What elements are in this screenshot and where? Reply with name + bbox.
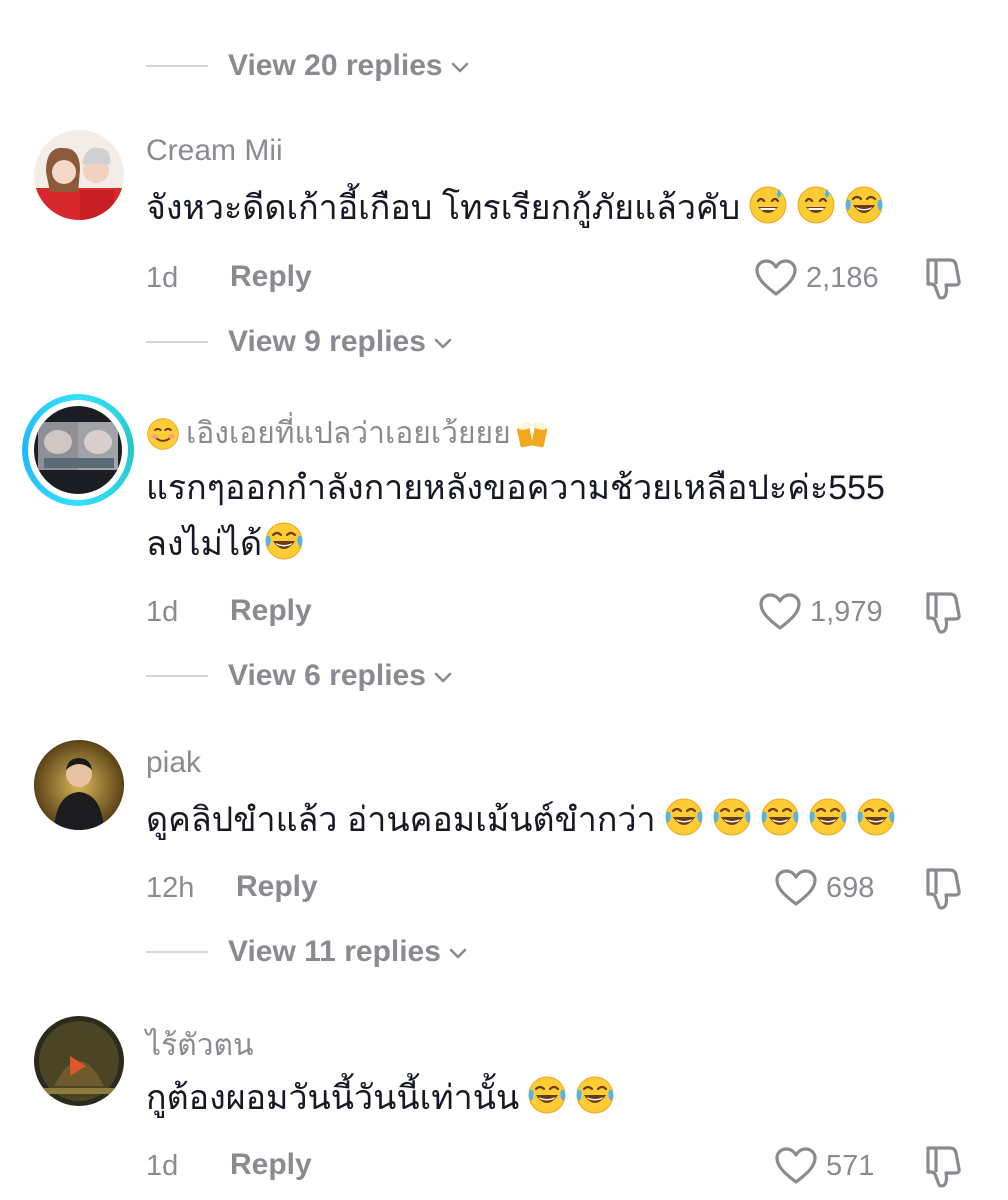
reply-button[interactable]: Reply (230, 260, 312, 294)
avatar[interactable] (22, 394, 134, 506)
avatar[interactable] (34, 130, 124, 220)
chevron-down-icon (449, 57, 471, 79)
beer-mugs-emoji (516, 421, 547, 447)
comment-username[interactable]: piak (146, 746, 201, 780)
tears-of-joy-emoji (264, 521, 304, 561)
thumbs-down-icon[interactable] (920, 864, 968, 912)
like-button[interactable]: 1,979 (758, 592, 883, 632)
comment-text: แรกๆออกกำลังกายหลังขอความช้วยเหลือปะค่ะ5… (146, 460, 966, 572)
comment-text: กูต้องผอมวันนี้วันนี้เท่านั้น (146, 1070, 966, 1126)
divider-line (146, 675, 208, 677)
view-replies-label: View 6 replies (228, 659, 426, 692)
like-count: 2,186 (806, 261, 879, 294)
thumbs-down-icon[interactable] (920, 1142, 968, 1190)
avatar[interactable] (34, 740, 124, 830)
tears-of-joy-emoji (760, 797, 800, 837)
comment-text-body: จังหวะดีดเก้าอี้เกือบ โทรเรียกกู้ภัยแล้ว… (146, 189, 741, 227)
divider-line (146, 341, 208, 343)
comment-username[interactable]: ไร้ตัวตน (146, 1022, 254, 1069)
comment-text-line2: ลงไม่ได้ (146, 525, 263, 563)
reply-button[interactable]: Reply (236, 870, 318, 904)
heart-icon (758, 592, 802, 632)
comment-time: 1d (146, 596, 179, 628)
tears-of-joy-emoji (856, 797, 896, 837)
tears-of-joy-emoji (575, 1075, 615, 1115)
like-button[interactable]: 571 (774, 1146, 874, 1186)
comment-time: 12h (146, 872, 195, 904)
tears-of-joy-emoji (808, 797, 848, 837)
divider-line (146, 951, 208, 953)
comment-text-line1: แรกๆออกกำลังกายหลังขอความช้วยเหลือปะค่ะ5… (146, 469, 885, 507)
chevron-down-icon (432, 333, 454, 355)
view-replies-label: View 9 replies (228, 325, 426, 358)
view-replies-toggle[interactable]: View 6 replies (146, 656, 454, 696)
reply-button[interactable]: Reply (230, 1148, 312, 1182)
like-count: 1,979 (810, 595, 883, 628)
comment-time: 1d (146, 1150, 179, 1182)
thumbs-down-icon[interactable] (920, 254, 968, 302)
like-count: 698 (826, 871, 875, 904)
reply-button[interactable]: Reply (230, 594, 312, 628)
divider-line (146, 65, 208, 67)
heart-icon (774, 868, 818, 908)
heart-icon (774, 1146, 818, 1186)
comment-text-body: ดูคลิปขำแล้ว อ่านคอมเม้นต์ขำกว่า (146, 801, 656, 839)
view-replies-toggle[interactable]: View 11 replies (146, 932, 469, 972)
comment-username[interactable]: เอิงเอยที่แปลว่าเอยเว้ยยย (146, 410, 551, 457)
view-replies-label: View 20 replies (228, 49, 443, 82)
thumbs-down-icon[interactable] (920, 588, 968, 636)
like-button[interactable]: 698 (774, 868, 874, 908)
avatar[interactable] (34, 1016, 124, 1106)
chevron-down-icon (447, 943, 469, 965)
comment-text: ดูคลิปขำแล้ว อ่านคอมเม้นต์ขำกว่า (146, 792, 966, 848)
comment-username-text: เอิงเอยที่แปลว่าเอยเว้ยยย (186, 417, 511, 450)
comment-text: จังหวะดีดเก้าอี้เกือบ โทรเรียกกู้ภัยแล้ว… (146, 180, 966, 236)
chevron-down-icon (432, 667, 454, 689)
grinning-sweat-emoji (748, 185, 788, 225)
comment-username[interactable]: Cream Mii (146, 134, 283, 168)
like-count: 571 (826, 1149, 875, 1182)
comment-text-body: กูต้องผอมวันนี้วันนี้เท่านั้น (146, 1079, 520, 1117)
grinning-sweat-emoji (796, 185, 836, 225)
tears-of-joy-emoji (844, 185, 884, 225)
view-replies-toggle[interactable]: View 9 replies (146, 322, 454, 362)
comment-time: 1d (146, 262, 179, 294)
tears-of-joy-emoji (527, 1075, 567, 1115)
view-replies-label: View 11 replies (228, 935, 441, 968)
view-replies-toggle[interactable]: View 20 replies (146, 46, 471, 86)
heart-icon (754, 258, 798, 298)
tears-of-joy-emoji (664, 797, 704, 837)
smiling-blush-emoji (147, 417, 179, 450)
tears-of-joy-emoji (712, 797, 752, 837)
like-button[interactable]: 2,186 (754, 258, 879, 298)
